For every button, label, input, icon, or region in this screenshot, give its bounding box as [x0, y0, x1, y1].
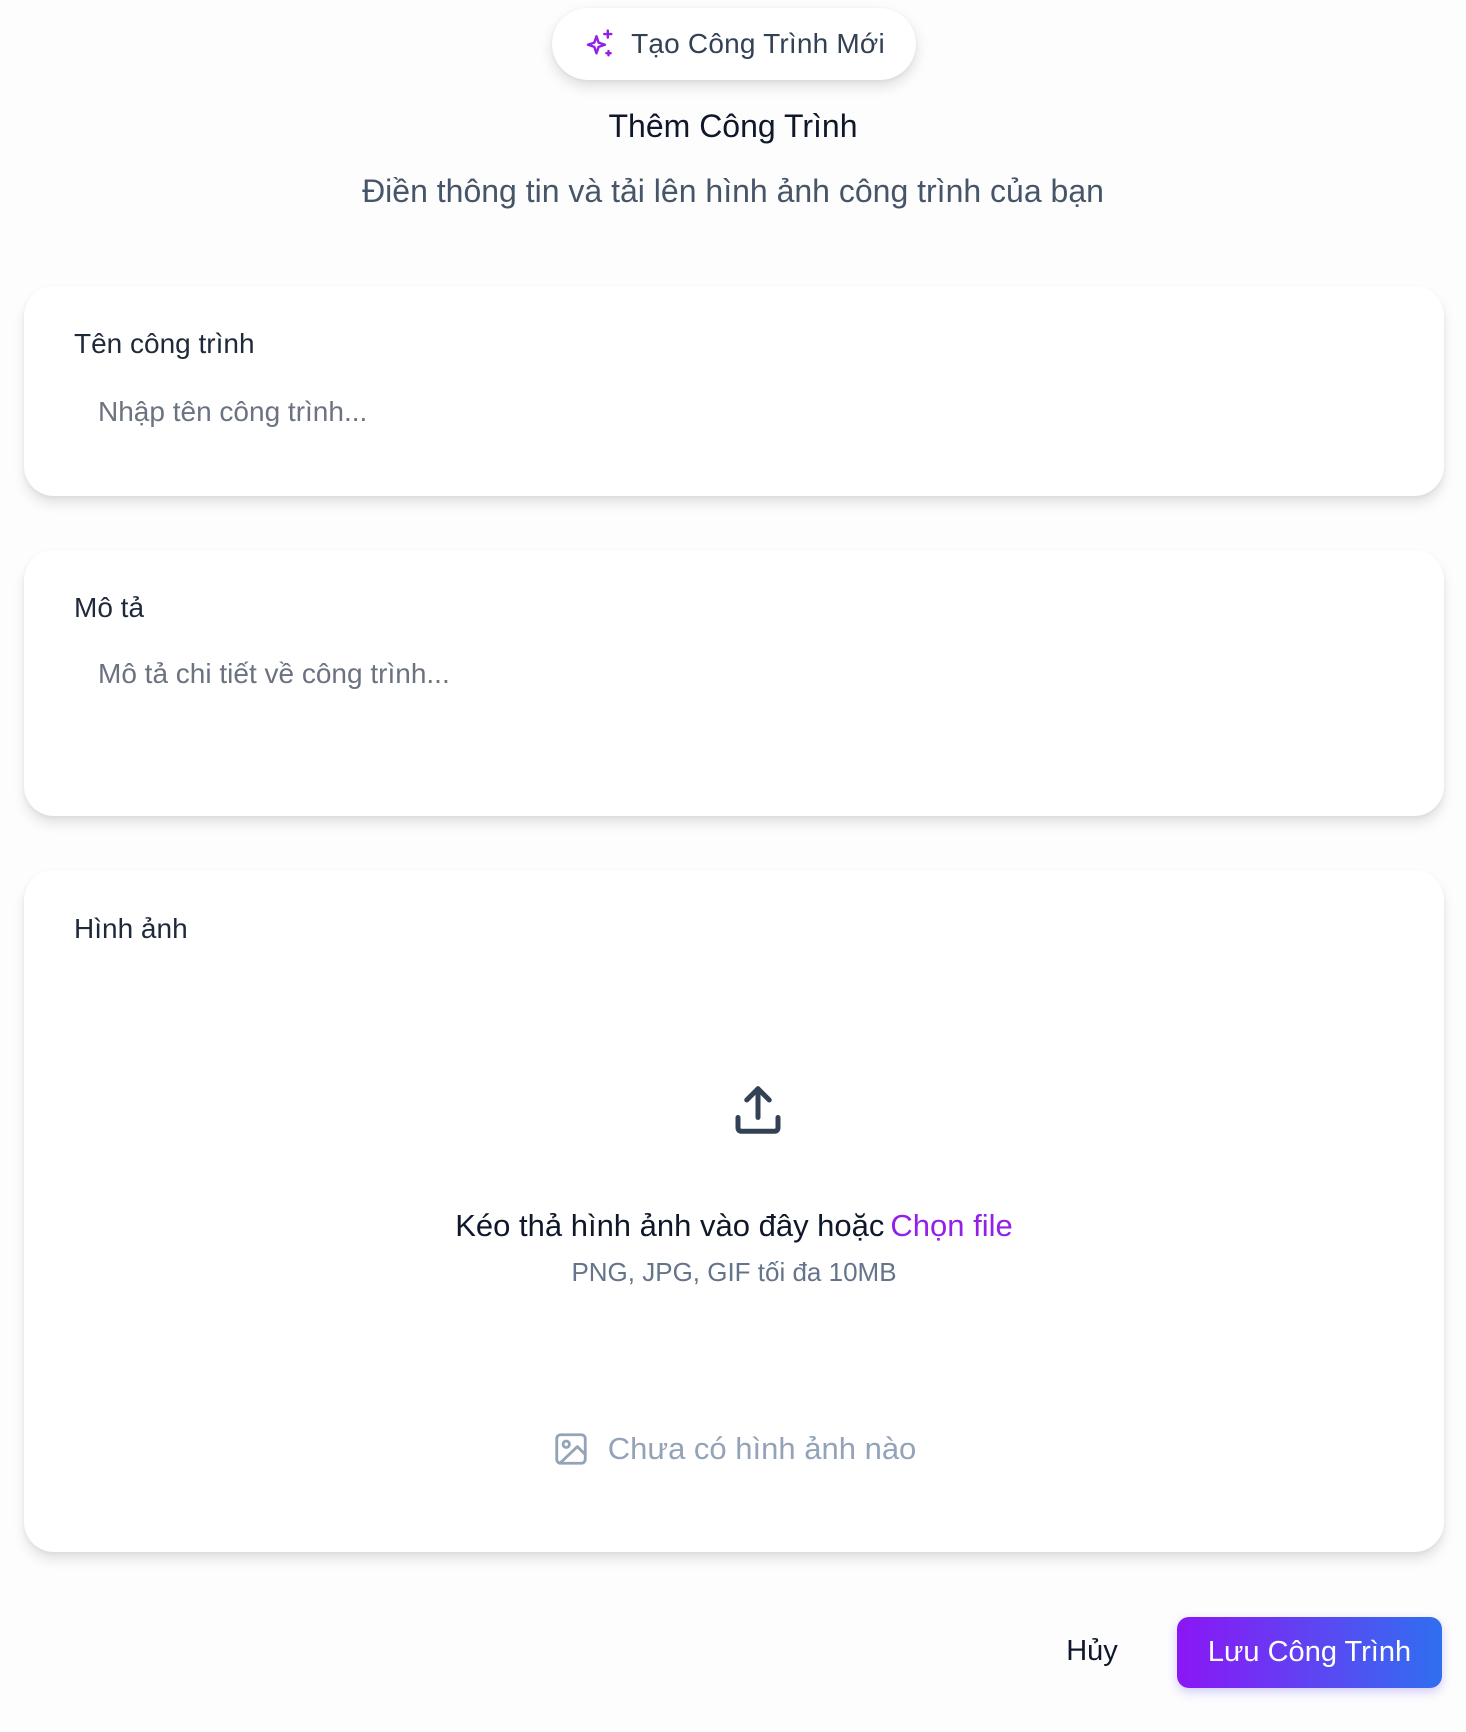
- page-title: Thêm Công Trình: [608, 108, 858, 144]
- image-label: Hình ảnh: [74, 913, 188, 944]
- drop-instructions: Kéo thả hình ảnh vào đây hoặc: [455, 1208, 885, 1243]
- upload-icon[interactable]: [728, 1080, 788, 1140]
- create-project-page: Tạo Công Trình Mới Thêm Công Trình Điền …: [0, 0, 1466, 1732]
- name-label: Tên công trình: [74, 328, 255, 359]
- description-textarea[interactable]: [74, 654, 1394, 784]
- badge-label: Tạo Công Trình Mới: [631, 28, 885, 59]
- image-icon: [552, 1430, 590, 1468]
- image-card: Hình ảnh Kéo thả hình ảnh vào đây hoặc Ch…: [24, 870, 1444, 1552]
- description-card: Mô tả: [24, 550, 1444, 816]
- empty-images-text: Chưa có hình ảnh nào: [607, 1431, 917, 1466]
- empty-images-state: Chưa có hình ảnh nào: [24, 1430, 1444, 1468]
- save-project-button[interactable]: Lưu Công Trình: [1177, 1617, 1442, 1688]
- choose-file-link[interactable]: Chọn file: [890, 1208, 1012, 1243]
- drop-zone-text[interactable]: Kéo thả hình ảnh vào đây hoặc Chọn file: [24, 1208, 1444, 1244]
- file-format-hint: PNG, JPG, GIF tối đa 10MB: [571, 1257, 897, 1287]
- cancel-button[interactable]: Hủy: [1044, 1618, 1140, 1684]
- description-label: Mô tả: [74, 592, 145, 623]
- name-card: Tên công trình: [24, 286, 1444, 496]
- name-input[interactable]: [74, 386, 1394, 438]
- sparkles-icon: [583, 27, 617, 61]
- page-subtitle: Điền thông tin và tải lên hình ảnh công …: [362, 173, 1104, 209]
- new-project-badge: Tạo Công Trình Mới: [552, 8, 916, 80]
